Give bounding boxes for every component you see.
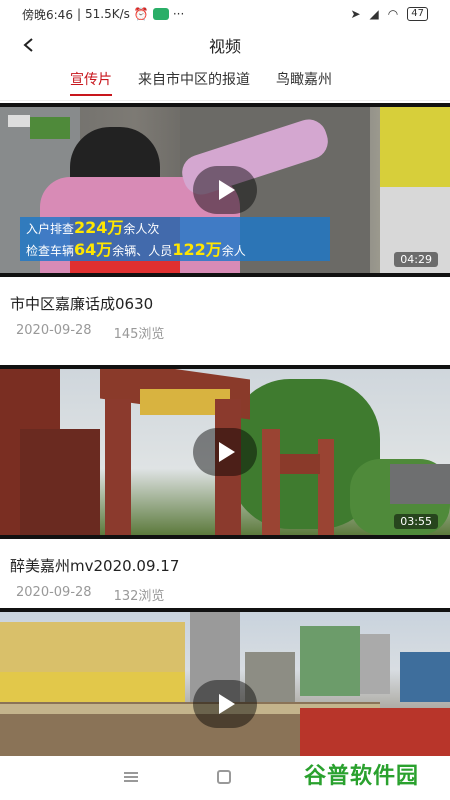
caption-number: 64万 bbox=[74, 240, 113, 259]
home-icon[interactable] bbox=[217, 770, 231, 784]
location-icon: ➤ bbox=[350, 7, 361, 21]
caption-line-2: 检查车辆64万余辆、人员122万余人 bbox=[20, 239, 330, 261]
video-date: 2020-09-28 bbox=[16, 323, 92, 338]
play-icon bbox=[219, 442, 235, 462]
video-views: 132浏览 bbox=[113, 589, 165, 604]
tab-district-reports[interactable]: 来自市中区的报道 bbox=[138, 66, 250, 96]
caption-text: 检查车辆 bbox=[26, 244, 75, 258]
alarm-off-icon: ⏰ bbox=[133, 7, 149, 21]
watermark-logo: 谷普软件园 bbox=[304, 764, 420, 789]
video-meta: 2020-09-28 145浏览 bbox=[16, 323, 164, 342]
battery-icon: 47 bbox=[407, 7, 428, 21]
play-button[interactable] bbox=[193, 428, 257, 476]
video-thumbnail[interactable]: 03:55 bbox=[0, 365, 450, 539]
play-icon bbox=[219, 694, 235, 714]
caption-number: 122万 bbox=[172, 240, 222, 259]
caption-text: 余辆、人员 bbox=[112, 244, 173, 258]
video-card[interactable]: 入户排查224万余人次 检查车辆64万余辆、人员122万余人 04:29 市中区… bbox=[0, 103, 450, 348]
app-header: 视频 bbox=[0, 28, 450, 62]
caption-text: 入户排查 bbox=[26, 222, 75, 236]
caption-number: 224万 bbox=[74, 218, 124, 237]
video-meta: 2020-09-28 132浏览 bbox=[16, 585, 164, 604]
video-thumbnail[interactable]: 入户排查224万余人次 检查车辆64万余辆、人员122万余人 04:29 bbox=[0, 103, 450, 277]
tab-divider bbox=[0, 100, 450, 101]
tab-promo[interactable]: 宣传片 bbox=[70, 66, 112, 96]
video-thumbnail[interactable] bbox=[0, 608, 450, 756]
video-views: 145浏览 bbox=[113, 327, 165, 342]
status-speed: 51.5K/s bbox=[85, 7, 130, 21]
video-title[interactable]: 市中区嘉廉话成0630 bbox=[10, 293, 153, 314]
play-icon bbox=[219, 180, 235, 200]
caption-text: 余人 bbox=[221, 244, 246, 258]
caption-text: 余人次 bbox=[123, 222, 160, 236]
wifi-icon: ◠ bbox=[387, 7, 399, 21]
page-title: 视频 bbox=[208, 37, 241, 56]
signal-icon: ◢ bbox=[369, 7, 379, 21]
video-duration: 03:55 bbox=[394, 514, 438, 529]
video-card[interactable]: 03:55 醉美嘉州mv2020.09.17 2020-09-28 132浏览 bbox=[0, 365, 450, 610]
status-right: ➤ ◢ ◠ 47 bbox=[350, 7, 428, 21]
status-more-dots: ··· bbox=[172, 7, 185, 21]
wechat-icon bbox=[152, 8, 169, 20]
back-arrow-icon bbox=[23, 38, 33, 52]
video-card[interactable] bbox=[0, 608, 450, 756]
video-duration: 04:29 bbox=[394, 252, 438, 267]
status-left: 傍晚6:46 | 51.5K/s ⏰ ··· bbox=[22, 6, 184, 23]
status-time: 傍晚6:46 bbox=[22, 7, 73, 22]
tab-aerial-jiazhou[interactable]: 鸟瞰嘉州 bbox=[276, 66, 332, 96]
video-title[interactable]: 醉美嘉州mv2020.09.17 bbox=[10, 555, 179, 576]
status-separator: | bbox=[76, 7, 81, 21]
play-button[interactable] bbox=[193, 166, 257, 214]
caption-line-1: 入户排查224万余人次 bbox=[20, 217, 330, 239]
status-bar: 傍晚6:46 | 51.5K/s ⏰ ··· ➤ ◢ ◠ 47 bbox=[0, 0, 450, 28]
play-button[interactable] bbox=[193, 680, 257, 728]
tab-bar: 宣传片 来自市中区的报道 鸟瞰嘉州 bbox=[0, 66, 450, 100]
menu-icon[interactable] bbox=[124, 772, 138, 782]
video-date: 2020-09-28 bbox=[16, 585, 92, 600]
back-button[interactable] bbox=[14, 30, 44, 60]
